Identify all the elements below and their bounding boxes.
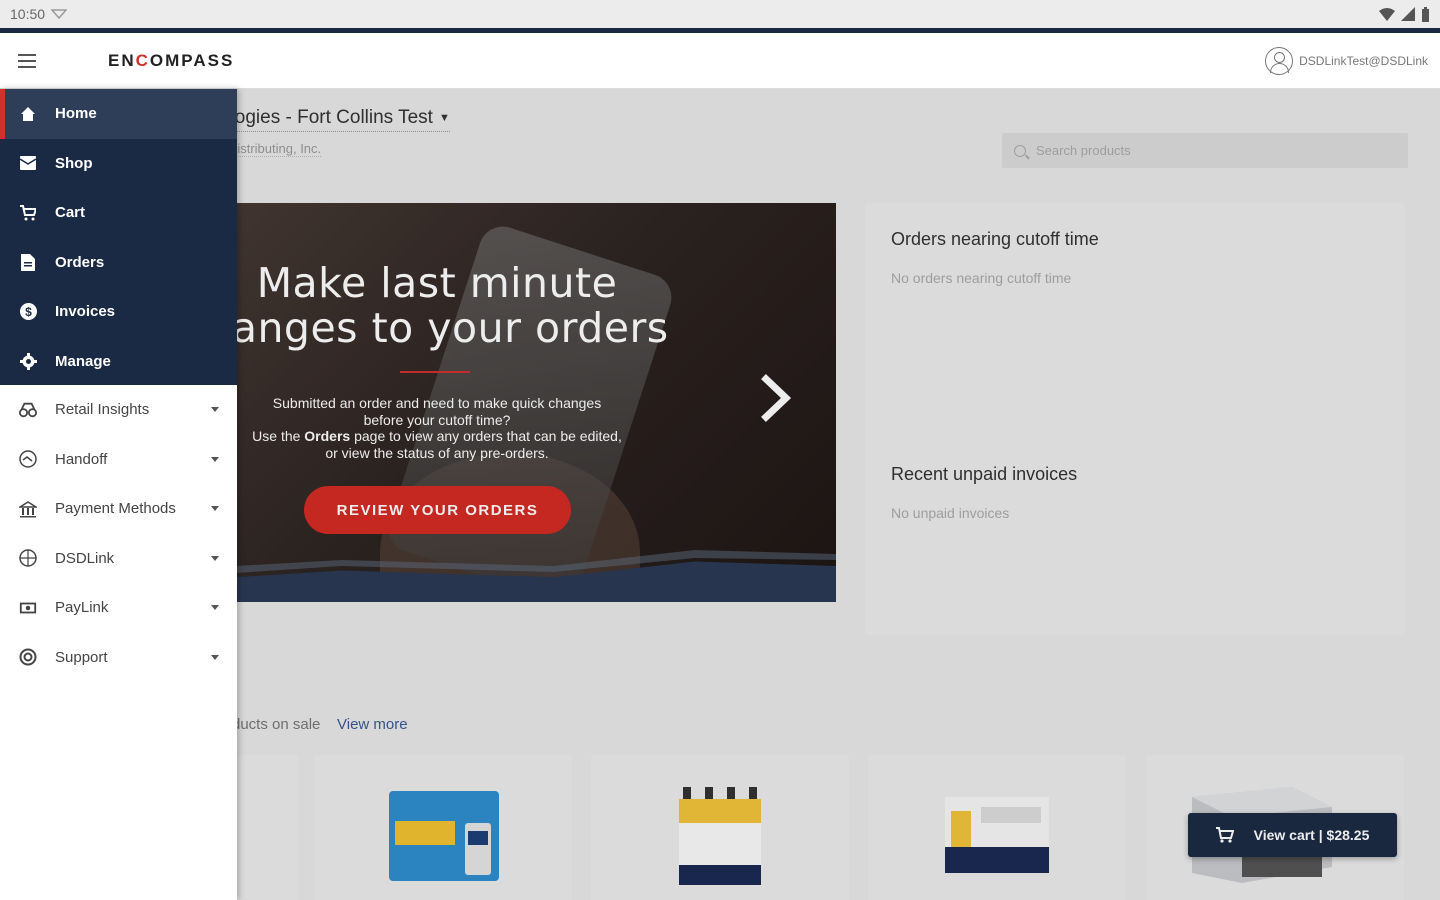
nav-item-retail-insights[interactable]: Retail Insights [0,385,237,435]
user-account[interactable]: DSDLinkTest@DSDLink [1265,46,1428,75]
svg-text:$: $ [25,305,32,319]
chevron-down-icon [211,456,219,462]
avatar-icon [1265,46,1294,75]
navigation-drawer: Home Shop Cart Orders $ Invoices Manage … [0,89,237,900]
nav-item-shop[interactable]: Shop [0,139,237,189]
chevron-down-icon [211,605,219,610]
shop-icon [19,154,37,172]
system-status-bar: 10:50 [0,0,1440,28]
support-icon [19,648,37,666]
chevron-down-icon [211,506,219,511]
nav-item-orders[interactable]: Orders [0,238,237,288]
primary-nav: Home Shop Cart Orders $ Invoices Manage [0,89,237,385]
menu-icon[interactable] [18,53,36,68]
nav-item-home[interactable]: Home [0,89,237,139]
invoices-icon: $ [19,303,37,321]
dsdlink-icon [19,549,37,567]
home-icon [19,105,37,123]
wifi-icon [1379,8,1395,21]
app-header: ENCOMPASS DSDLinkTest@DSDLink [0,33,1440,89]
nav-item-dsdlink[interactable]: DSDLink [0,534,237,584]
chevron-down-icon [211,407,219,412]
notification-icon [51,9,68,20]
orders-icon [19,253,37,271]
chevron-down-icon [211,555,219,561]
nav-item-payment-methods[interactable]: Payment Methods [0,484,237,534]
user-email: DSDLinkTest@DSDLink [1299,53,1428,68]
nav-item-handoff[interactable]: Handoff [0,435,237,485]
insights-icon [19,401,37,419]
nav-item-support[interactable]: Support [0,633,237,683]
nav-item-manage[interactable]: Manage [0,337,237,387]
nav-item-paylink[interactable]: PayLink [0,583,237,633]
chevron-down-icon [211,654,219,660]
encompass-logo[interactable]: ENCOMPASS [108,51,234,71]
signal-icon [1401,7,1415,21]
battery-icon [1422,6,1429,22]
nav-item-invoices[interactable]: $ Invoices [0,287,237,337]
paylink-icon [19,599,37,617]
payment-icon [19,500,37,518]
clock: 10:50 [10,6,46,22]
drawer-scrim[interactable] [237,89,1440,900]
secondary-nav: Retail Insights Handoff Payment Methods … [0,385,237,682]
gear-icon [19,352,37,370]
nav-item-cart[interactable]: Cart [0,188,237,238]
cart-icon [19,204,37,222]
handoff-icon [19,450,37,468]
